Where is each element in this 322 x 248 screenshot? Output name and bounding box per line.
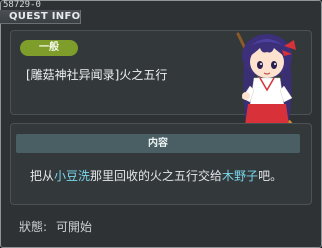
quest-description: 把从小豆洗那里回收的火之五行交给木野子吧。 <box>30 168 282 184</box>
status-label: 狀態: <box>19 220 48 234</box>
category-badge: 一般 <box>20 40 78 56</box>
content-header: 内容 <box>16 134 300 153</box>
description-text: 把从 <box>30 169 55 183</box>
npc-name-link: 木野子 <box>222 169 259 183</box>
description-text: 那里回收的火之五行交给 <box>90 169 223 183</box>
quest-id: 58729-0 <box>3 0 41 10</box>
quest-name: [雕菇神社异闻录]火之五行 <box>26 68 168 82</box>
npc-name-link: 小豆洗 <box>54 169 91 183</box>
status-value: 可開始 <box>56 220 93 234</box>
quest-status: 狀態: 可開始 <box>19 219 92 235</box>
description-text: 吧。 <box>258 169 283 183</box>
window-title: QUEST INFO <box>9 11 81 22</box>
